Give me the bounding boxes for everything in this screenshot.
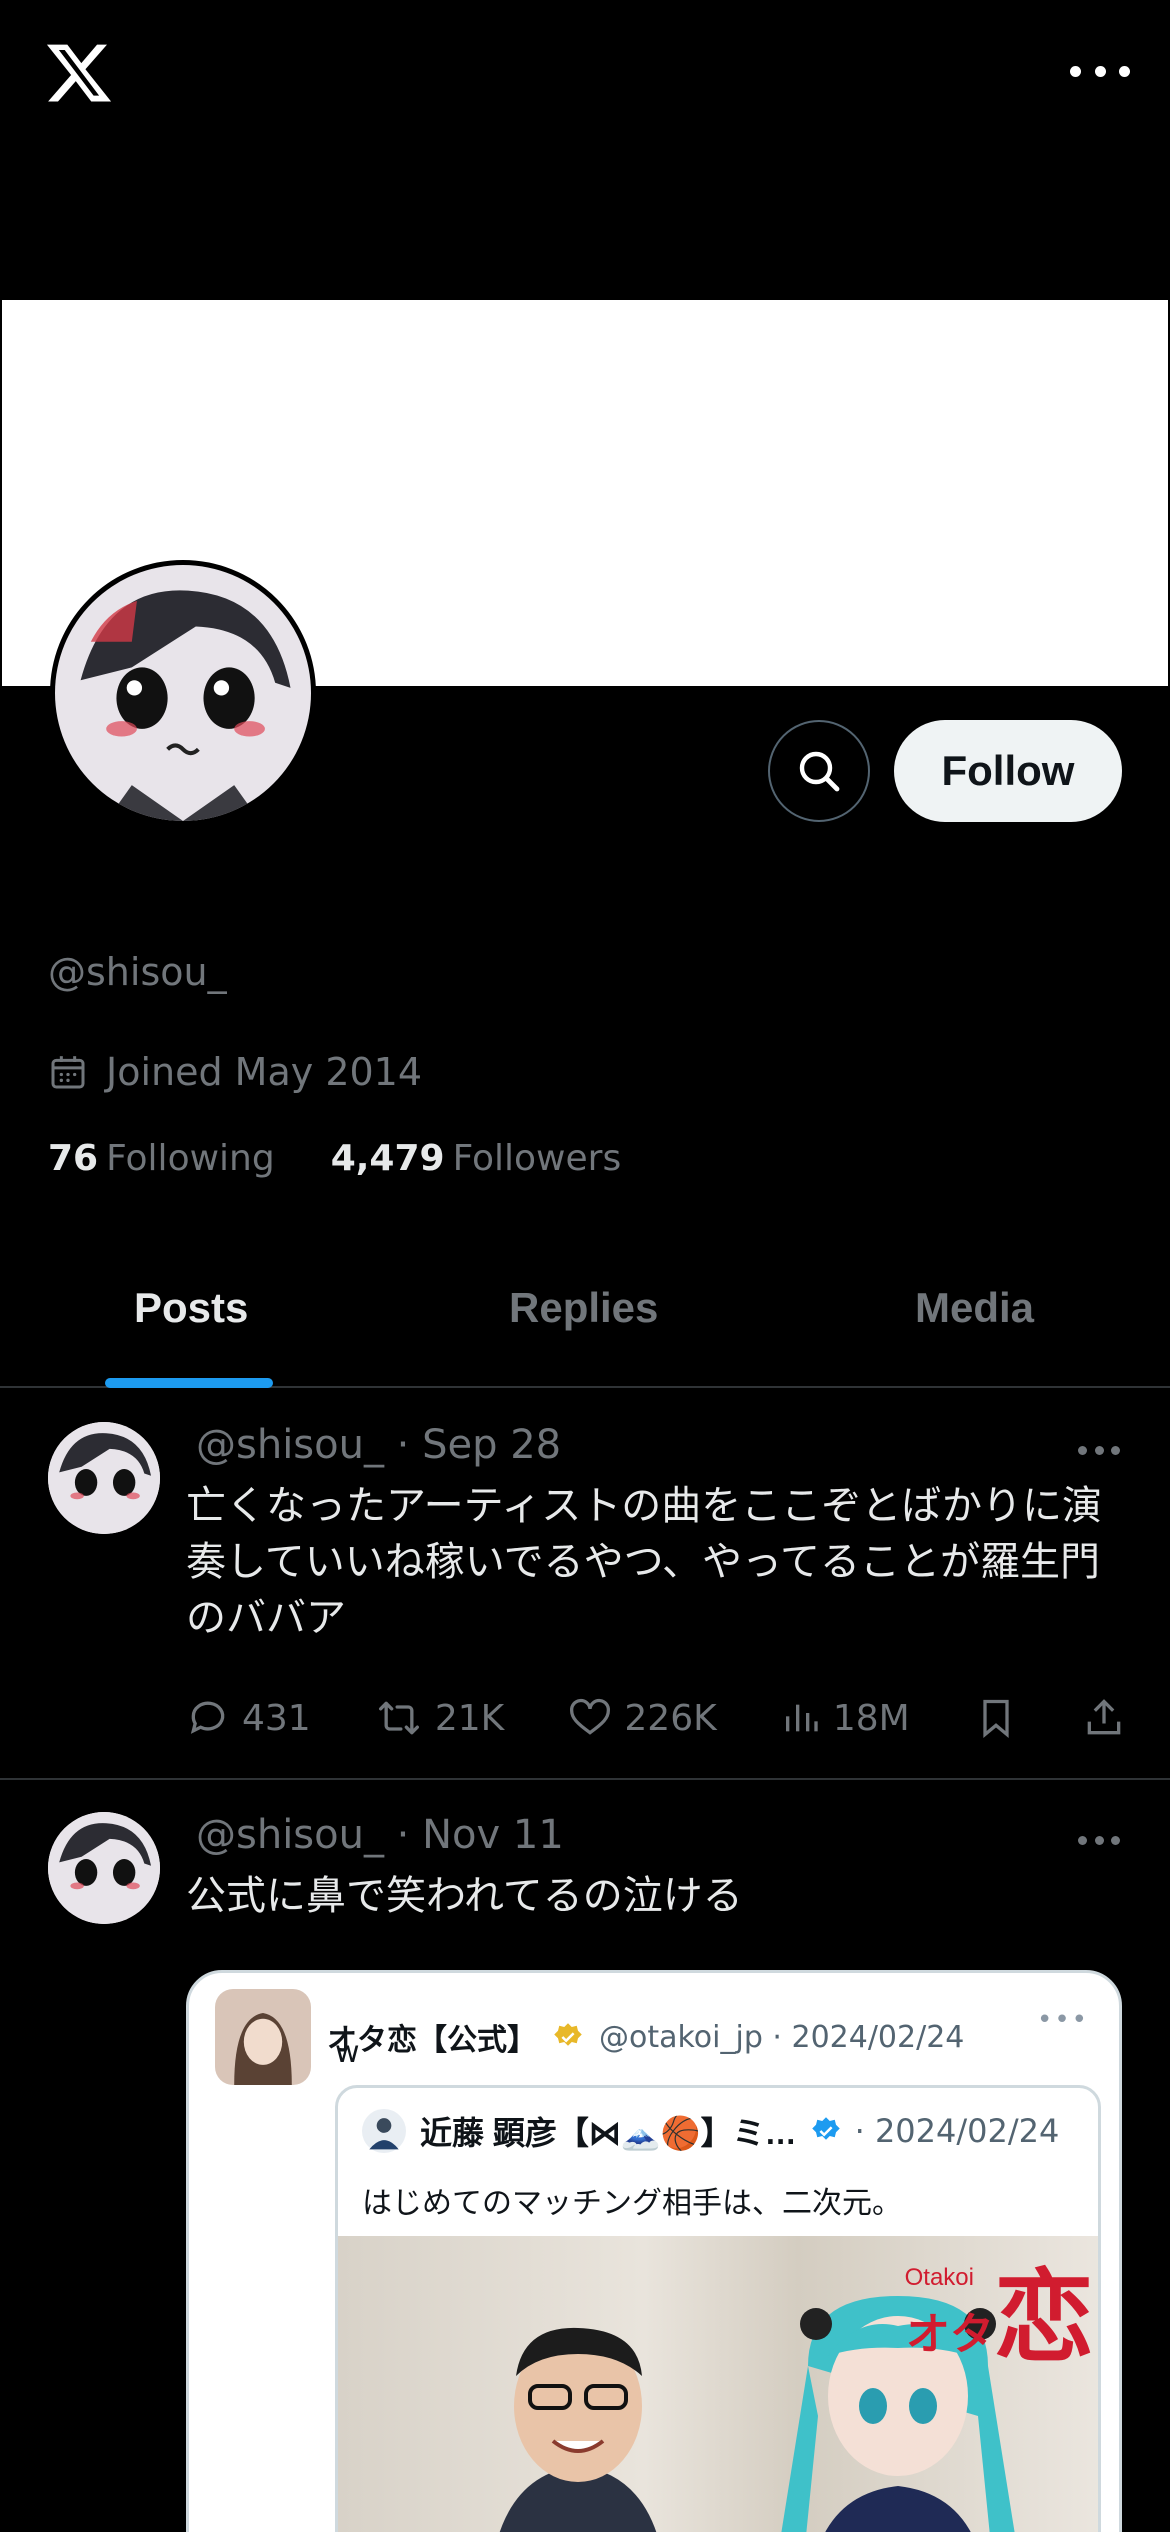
tab-posts[interactable]: Posts (134, 1284, 248, 1332)
nested-author-name: 近藤 顕彦【⋈🗻🏀】ミ… (420, 2115, 797, 2151)
repost-icon (378, 1701, 419, 1735)
joined-text: Joined May 2014 (106, 1050, 423, 1094)
post-avatar[interactable] (48, 1422, 160, 1534)
x-logo-icon[interactable] (44, 38, 114, 108)
views-icon (785, 1704, 818, 1732)
profile-stats: 76 Following 4,479 Followers (48, 1138, 621, 1179)
quoted-more-icon[interactable]: ••• (1037, 2005, 1089, 2035)
joined-date: Joined May 2014 (48, 1050, 422, 1094)
otakoi-logo-kanji: 恋 (994, 2259, 1094, 2376)
post-divider (0, 1778, 1170, 1780)
post-text: 公式に鼻で笑われてるの泣ける (186, 1873, 743, 1919)
bookmark-button[interactable] (974, 1694, 1018, 1742)
post-actions: 431 21K 226K 18M (186, 1688, 1126, 1748)
post-text: 亡くなったアーティストの曲をここぞとばかりに演奏していいね稼いでるやつ、やってる… (186, 1483, 1102, 1641)
otakoi-logo-sub: Otakoi (904, 2264, 974, 2291)
follow-button[interactable]: Follow (894, 720, 1122, 822)
search-icon (799, 751, 840, 792)
views-button[interactable]: 18M (781, 1696, 910, 1740)
nested-avatar (362, 2109, 406, 2153)
profile-handle: @shisou_ (48, 950, 227, 994)
verified-gold-icon (554, 2023, 582, 2046)
active-tab-indicator (105, 1378, 273, 1388)
reply-icon (190, 1701, 225, 1734)
quoted-post-card[interactable]: オタ恋【公式】 @otakoi_jp · 2024/02/24 ••• w 近藤… (186, 1970, 1122, 2532)
post-avatar[interactable] (48, 1812, 160, 1924)
tab-media[interactable]: Media (915, 1284, 1034, 1332)
bookmark-icon (983, 1699, 1009, 1739)
post-more-icon[interactable] (1078, 1444, 1120, 1456)
quoted-text: w (335, 2035, 360, 2070)
like-button[interactable]: 226K (568, 1696, 717, 1740)
heart-icon (570, 1698, 611, 1735)
nested-post-header: 近藤 顕彦【⋈🗻🏀】ミ… · 2024/02/24 (362, 2108, 1059, 2154)
nested-post-text: はじめてのマッチング相手は、二次元。 (362, 2186, 902, 2221)
followers-link[interactable]: 4,479 Followers (331, 1138, 622, 1179)
top-bar (0, 0, 1170, 300)
quoted-post-header: オタ恋【公式】 @otakoi_jp · 2024/02/24 (215, 1989, 964, 2085)
calendar-icon (51, 1056, 85, 1089)
tab-replies[interactable]: Replies (509, 1284, 658, 1332)
reply-button[interactable]: 431 (186, 1696, 311, 1740)
profile-tabs: Posts Replies Media (0, 1250, 1170, 1388)
more-options-icon[interactable] (1070, 56, 1130, 86)
repost-button[interactable]: 21K (375, 1696, 504, 1740)
nested-date: · 2024/02/24 (854, 2112, 1060, 2150)
nested-post-image[interactable]: Otakoi オタ 恋 (338, 2236, 1098, 2532)
following-link[interactable]: 76 Following (48, 1138, 275, 1179)
otakoi-logo-kana: オタ (906, 2309, 994, 2360)
share-button[interactable] (1082, 1694, 1126, 1742)
photo-illustration (499, 2296, 1015, 2532)
quoted-avatar (215, 1989, 311, 2085)
profile-avatar[interactable] (50, 560, 316, 826)
share-icon (1087, 1699, 1121, 1735)
post-more-icon[interactable] (1078, 1834, 1120, 1846)
verified-blue-icon (811, 2117, 840, 2140)
search-profile-button[interactable] (768, 720, 870, 822)
nested-quoted-post[interactable]: 近藤 顕彦【⋈🗻🏀】ミ… · 2024/02/24 はじめてのマッチング相手は、… (335, 2085, 1101, 2532)
quoted-handle-date: @otakoi_jp · 2024/02/24 (599, 2019, 965, 2055)
post-meta: @shisou_ · Sep 28 (196, 1422, 562, 1468)
post-meta: @shisou_ · Nov 11 (196, 1812, 564, 1858)
